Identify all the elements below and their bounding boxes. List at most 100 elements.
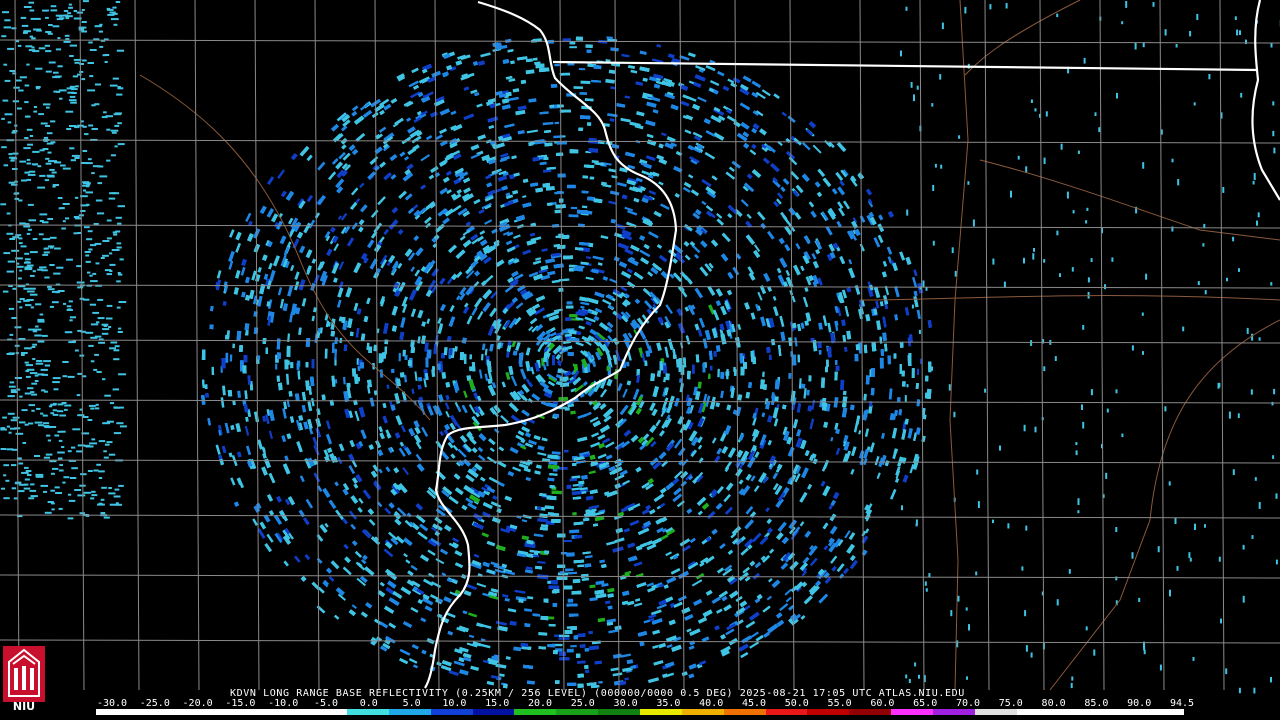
echo-speck bbox=[818, 322, 823, 330]
echo-speck bbox=[829, 525, 838, 535]
echo-speck bbox=[228, 452, 233, 458]
echo-speck bbox=[716, 485, 724, 494]
echo-speck bbox=[715, 402, 721, 408]
echo-speck bbox=[591, 432, 599, 438]
echo-speck bbox=[622, 479, 631, 486]
echo-speck bbox=[512, 466, 522, 472]
echo-speck bbox=[368, 518, 376, 526]
echo-speck bbox=[417, 309, 424, 319]
echo-speck bbox=[486, 680, 495, 686]
echo-speck bbox=[463, 113, 475, 121]
echo-speck bbox=[683, 181, 692, 189]
echo-speck bbox=[898, 408, 903, 416]
echo-speck bbox=[894, 477, 900, 483]
echo-speck bbox=[367, 239, 375, 249]
echo-speck bbox=[706, 510, 716, 520]
echo-speck bbox=[294, 555, 301, 563]
echo-speck bbox=[333, 277, 338, 283]
echo-speck bbox=[515, 109, 526, 116]
echo-speck bbox=[578, 68, 586, 71]
echo-speck bbox=[626, 268, 633, 274]
echo-speck bbox=[761, 89, 771, 97]
echo-speck bbox=[357, 365, 361, 371]
echo-speck bbox=[325, 433, 333, 445]
echo-speck bbox=[240, 266, 246, 276]
echo-speck bbox=[842, 334, 847, 343]
echo-speck bbox=[799, 521, 805, 527]
echo-speck bbox=[476, 582, 487, 588]
echo-speck bbox=[683, 240, 690, 247]
echo-speck bbox=[304, 554, 311, 561]
echo-speck bbox=[701, 178, 712, 188]
echo-speck bbox=[521, 519, 528, 523]
echo-speck bbox=[588, 645, 600, 651]
echo-speck bbox=[658, 181, 664, 186]
echo-speck bbox=[602, 299, 612, 306]
echo-speck bbox=[630, 69, 638, 74]
echo-speck bbox=[905, 256, 912, 266]
echo-speck bbox=[879, 357, 884, 369]
echo-speck bbox=[589, 328, 600, 337]
echo-speck bbox=[803, 595, 814, 605]
echo-speck bbox=[750, 631, 759, 639]
echo-speck bbox=[715, 608, 723, 614]
echo-speck bbox=[605, 600, 611, 605]
echo-speck bbox=[386, 384, 390, 389]
echo-speck bbox=[442, 217, 451, 225]
echo-speck bbox=[470, 665, 480, 672]
echo-speck bbox=[858, 430, 862, 435]
echo-speck bbox=[622, 388, 628, 398]
echo-speck bbox=[785, 269, 791, 277]
echo-speck bbox=[463, 187, 471, 194]
echo-speck bbox=[569, 46, 577, 49]
echo-speck bbox=[843, 567, 850, 575]
echo-speck bbox=[369, 397, 375, 407]
echo-speck bbox=[766, 346, 771, 354]
echo-speck bbox=[677, 595, 687, 602]
echo-speck bbox=[803, 388, 807, 399]
echo-speck bbox=[597, 453, 607, 460]
echo-speck bbox=[610, 218, 617, 224]
echo-speck bbox=[351, 604, 357, 610]
echo-speck bbox=[413, 235, 420, 242]
echo-speck bbox=[365, 602, 373, 609]
echo-speck bbox=[272, 255, 281, 267]
echo-speck bbox=[745, 391, 751, 399]
echo-speck bbox=[441, 371, 447, 379]
echo-speck bbox=[697, 96, 707, 103]
echo-speck bbox=[633, 602, 643, 607]
echo-speck bbox=[235, 422, 242, 433]
echo-speck bbox=[585, 320, 592, 327]
echo-speck bbox=[465, 583, 477, 591]
echo-speck bbox=[384, 339, 389, 345]
echo-speck bbox=[749, 641, 760, 649]
echo-speck bbox=[843, 200, 851, 210]
echo-speck bbox=[916, 309, 921, 320]
radar-map: KDVN LONG RANGE BASE REFLECTIVITY (0.25K… bbox=[0, 0, 1280, 720]
echo-speck bbox=[599, 559, 605, 564]
echo-speck bbox=[836, 141, 847, 153]
echo-speck bbox=[738, 479, 744, 485]
echo-speck bbox=[286, 433, 292, 440]
echo-speck bbox=[716, 567, 725, 574]
echo-speck bbox=[313, 472, 321, 483]
echo-speck bbox=[566, 301, 573, 305]
echo-speck bbox=[814, 580, 822, 587]
echo-speck bbox=[835, 171, 844, 181]
echo-speck bbox=[360, 611, 368, 618]
echo-speck bbox=[399, 331, 405, 341]
echo-speck bbox=[455, 60, 463, 66]
echo-speck bbox=[580, 305, 585, 309]
echo-speck bbox=[468, 612, 478, 618]
echo-speck bbox=[848, 267, 856, 279]
echo-speck bbox=[608, 69, 616, 75]
echo-speck bbox=[528, 98, 537, 103]
echo-speck bbox=[267, 176, 275, 185]
echo-speck bbox=[421, 321, 427, 327]
echo-speck bbox=[578, 480, 585, 485]
echo-speck bbox=[358, 497, 364, 504]
echo-speck bbox=[478, 369, 483, 379]
echo-speck bbox=[694, 323, 700, 331]
echo-speck bbox=[460, 54, 471, 61]
echo-speck bbox=[913, 269, 918, 277]
